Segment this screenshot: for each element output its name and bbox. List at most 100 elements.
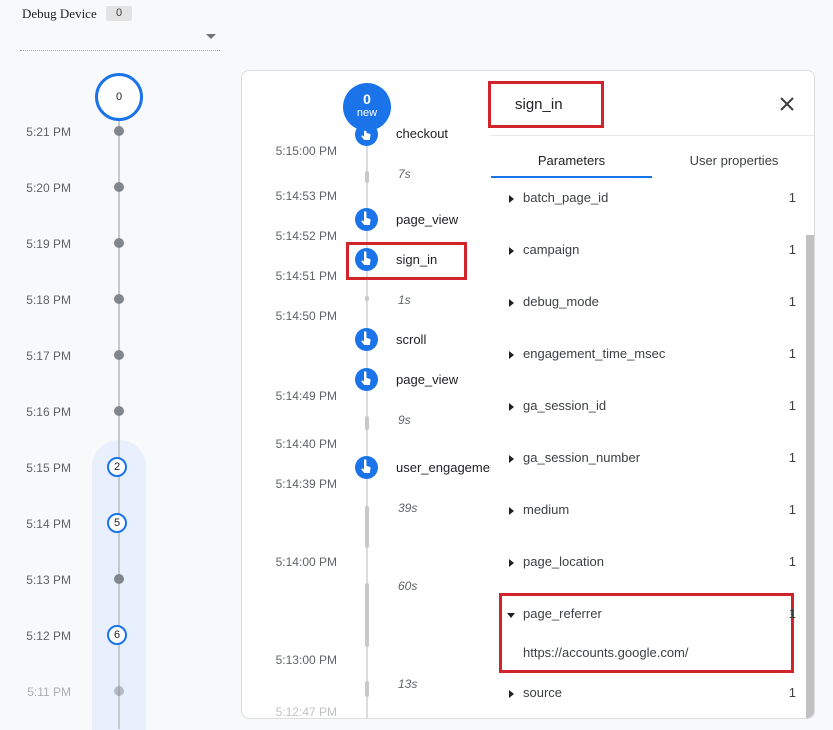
expand-arrow-icon [509, 299, 514, 307]
param-count: 1 [788, 685, 796, 700]
param-row[interactable]: debug_mode 1 [501, 294, 796, 314]
event-timestamp: 5:14:39 PM [275, 477, 337, 491]
collapse-arrow-icon [507, 613, 515, 618]
event-timestamp: 5:14:00 PM [275, 555, 337, 569]
param-row[interactable]: ga_session_id 1 [501, 398, 796, 418]
gap-segment [365, 416, 369, 430]
minute-label: 5:17 PM [26, 349, 71, 363]
minute-label: 5:21 PM [26, 125, 71, 139]
minute-dot[interactable] [114, 294, 124, 304]
minute-dot[interactable] [114, 406, 124, 416]
event-timestamp: 5:13:00 PM [275, 653, 337, 667]
param-count: 1 [788, 450, 796, 465]
minute-dot[interactable] [114, 182, 124, 192]
pointer-hand-icon[interactable] [355, 328, 378, 351]
minute-label: 5:16 PM [26, 405, 71, 419]
event-timestamp: 5:15:00 PM [275, 144, 337, 158]
expand-arrow-icon [509, 690, 514, 698]
param-name: page_referrer [523, 606, 602, 621]
minute-event-count[interactable]: 6 [107, 625, 127, 645]
minute-dot[interactable] [114, 126, 124, 136]
time-gap-label: 9s [398, 413, 411, 427]
param-name: debug_mode [523, 294, 599, 309]
gap-segment [365, 506, 369, 548]
debug-device-select[interactable] [20, 28, 220, 51]
time-gap-label: 39s [398, 501, 418, 515]
minute-dot[interactable] [114, 238, 124, 248]
tab-parameters[interactable]: Parameters [491, 153, 652, 168]
event-timestamp: 5:12:47 PM [275, 705, 337, 719]
close-icon [780, 97, 794, 111]
param-row[interactable]: source 1 [501, 685, 796, 705]
new-events-count: 0 [363, 91, 371, 107]
debug-device-count-badge: 0 [106, 6, 132, 21]
page-referrer-highlight-box [499, 593, 794, 673]
event-timestamp: 5:14:52 PM [275, 229, 337, 243]
param-count: 1 [788, 398, 796, 413]
minute-dot[interactable] [114, 350, 124, 360]
param-row-expanded[interactable]: page_referrer 1 [501, 606, 796, 626]
param-count: 1 [788, 346, 796, 361]
close-button[interactable] [774, 91, 800, 117]
pointer-hand-icon[interactable] [355, 368, 378, 391]
time-gap-label: 60s [398, 579, 418, 593]
gap-segment [365, 296, 369, 301]
minute-dot[interactable] [114, 686, 124, 696]
event-timestamp: 5:14:53 PM [275, 189, 337, 203]
param-row[interactable]: batch_page_id 1 [501, 190, 796, 210]
param-name: ga_session_id [523, 398, 607, 413]
expand-arrow-icon [509, 351, 514, 359]
param-name: campaign [523, 242, 580, 257]
expand-arrow-icon [509, 247, 514, 255]
new-events-label: new [356, 107, 378, 119]
param-name: medium [523, 502, 570, 517]
minute-label: 5:13 PM [26, 573, 71, 587]
minute-event-count[interactable]: 5 [107, 513, 127, 533]
tab-user-properties[interactable]: User properties [652, 153, 814, 168]
minute-dot[interactable] [114, 574, 124, 584]
debug-device-label: Debug Device [22, 6, 97, 21]
event-stream-card: 5:15:00 PM 5:14:53 PM 5:14:52 PM 5:14:51… [241, 70, 815, 719]
minute-label: 5:11 PM [27, 685, 71, 699]
header-divider [491, 135, 814, 136]
time-gap-label: 1s [398, 293, 411, 307]
minute-label: 5:12 PM [26, 629, 71, 643]
param-name: batch_page_id [523, 190, 609, 205]
param-row[interactable]: ga_session_number 1 [501, 450, 796, 470]
event-user-engagement[interactable]: user_engagement [396, 460, 491, 475]
event-page-view[interactable]: page_view [396, 212, 458, 227]
pointer-hand-icon[interactable] [355, 248, 378, 271]
gap-segment [365, 583, 369, 647]
caret-down-icon [206, 34, 216, 39]
gap-segment [365, 681, 369, 697]
time-gap-label: 13s [398, 677, 418, 691]
gap-segment [365, 171, 369, 183]
event-sign-in[interactable]: sign_in [396, 252, 437, 267]
time-gap-label: 7s [398, 167, 411, 181]
pointer-hand-icon[interactable] [355, 208, 378, 231]
event-checkout[interactable]: checkout [396, 126, 486, 139]
pointer-hand-icon[interactable] [355, 456, 378, 479]
event-detail-panel: sign_in Parameters User properties batch… [488, 71, 814, 718]
event-timestamp: 5:14:49 PM [275, 389, 337, 403]
minute-label: 5:14 PM [26, 517, 71, 531]
scrollbar[interactable] [806, 235, 814, 718]
new-events-badge[interactable]: 0 new [343, 83, 391, 131]
expand-arrow-icon [509, 195, 514, 203]
active-tab-indicator [491, 176, 652, 178]
minute-event-count[interactable]: 2 [107, 457, 127, 477]
minute-label: 5:18 PM [26, 293, 71, 307]
expand-arrow-icon [509, 559, 514, 567]
param-row[interactable]: campaign 1 [501, 242, 796, 262]
param-value: https://accounts.google.com/ [523, 645, 689, 660]
event-detail-title: sign_in [515, 96, 563, 113]
param-row[interactable]: engagement_time_msec 1 [501, 346, 796, 366]
top-event-counter[interactable]: 0 [95, 73, 143, 121]
param-row[interactable]: medium 1 [501, 502, 796, 522]
event-timestamp: 5:14:50 PM [275, 309, 337, 323]
event-scroll[interactable]: scroll [396, 332, 426, 347]
event-page-view[interactable]: page_view [396, 372, 458, 387]
minute-label: 5:20 PM [26, 181, 71, 195]
event-timestamp: 5:14:51 PM [275, 269, 337, 283]
param-row[interactable]: page_location 1 [501, 554, 796, 574]
